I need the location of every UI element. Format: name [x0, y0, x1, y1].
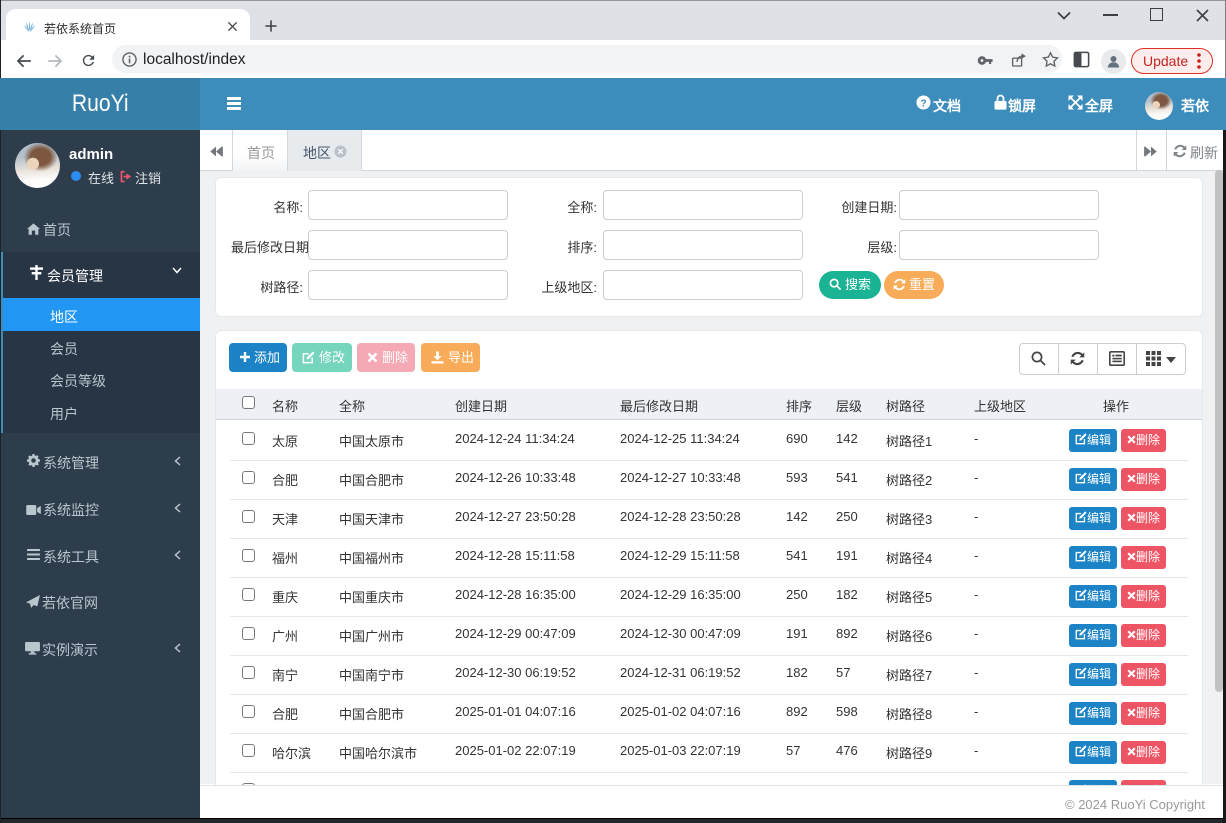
- svg-text:?: ?: [920, 98, 926, 109]
